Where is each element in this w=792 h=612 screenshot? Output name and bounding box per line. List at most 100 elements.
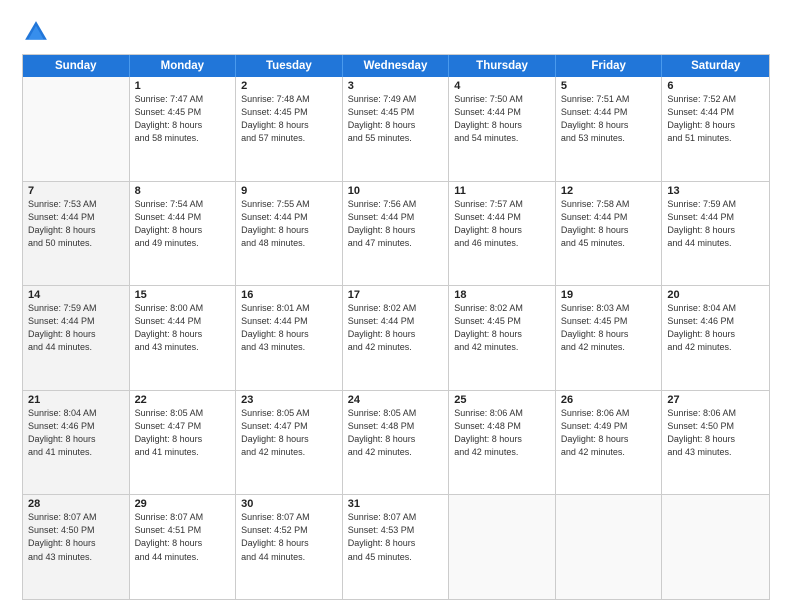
day-number: 18: [454, 289, 550, 301]
cell-info-line: and 41 minutes.: [28, 446, 124, 459]
cell-info-line: Sunrise: 7:52 AM: [667, 93, 764, 106]
cell-info-line: Sunset: 4:45 PM: [454, 315, 550, 328]
header-day-saturday: Saturday: [662, 55, 769, 77]
cell-info-line: Sunrise: 8:01 AM: [241, 302, 337, 315]
day-number: 12: [561, 185, 657, 197]
day-number: 4: [454, 80, 550, 92]
cell-info-line: and 51 minutes.: [667, 132, 764, 145]
cell-info-line: Daylight: 8 hours: [667, 224, 764, 237]
cell-info-line: Sunrise: 8:07 AM: [135, 511, 231, 524]
cell-info-line: and 47 minutes.: [348, 237, 444, 250]
day-number: 26: [561, 394, 657, 406]
day-number: 16: [241, 289, 337, 301]
cell-info-line: Sunset: 4:45 PM: [348, 106, 444, 119]
cell-info-line: Daylight: 8 hours: [28, 433, 124, 446]
cell-info-line: and 42 minutes.: [348, 446, 444, 459]
calendar-cell-1-0: 7Sunrise: 7:53 AMSunset: 4:44 PMDaylight…: [23, 182, 130, 286]
day-number: 23: [241, 394, 337, 406]
day-number: 3: [348, 80, 444, 92]
cell-info-line: Daylight: 8 hours: [348, 433, 444, 446]
cell-info-line: and 42 minutes.: [561, 446, 657, 459]
cell-info-line: and 45 minutes.: [348, 551, 444, 564]
calendar-cell-3-2: 23Sunrise: 8:05 AMSunset: 4:47 PMDayligh…: [236, 391, 343, 495]
calendar-cell-4-2: 30Sunrise: 8:07 AMSunset: 4:52 PMDayligh…: [236, 495, 343, 599]
day-number: 6: [667, 80, 764, 92]
cell-info-line: Daylight: 8 hours: [135, 224, 231, 237]
day-number: 24: [348, 394, 444, 406]
cell-info-line: and 42 minutes.: [241, 446, 337, 459]
cell-info-line: Daylight: 8 hours: [135, 433, 231, 446]
cell-info-line: Daylight: 8 hours: [348, 224, 444, 237]
calendar-cell-3-1: 22Sunrise: 8:05 AMSunset: 4:47 PMDayligh…: [130, 391, 237, 495]
cell-info-line: Sunset: 4:48 PM: [348, 420, 444, 433]
cell-info-line: Daylight: 8 hours: [454, 224, 550, 237]
cell-info-line: Daylight: 8 hours: [561, 224, 657, 237]
cell-info-line: and 42 minutes.: [667, 341, 764, 354]
cell-info-line: Daylight: 8 hours: [454, 119, 550, 132]
header-day-friday: Friday: [556, 55, 663, 77]
cell-info-line: Sunset: 4:44 PM: [667, 106, 764, 119]
calendar-cell-1-5: 12Sunrise: 7:58 AMSunset: 4:44 PMDayligh…: [556, 182, 663, 286]
cell-info-line: and 44 minutes.: [135, 551, 231, 564]
cell-info-line: and 53 minutes.: [561, 132, 657, 145]
cell-info-line: Daylight: 8 hours: [241, 537, 337, 550]
cell-info-line: and 42 minutes.: [561, 341, 657, 354]
cell-info-line: Sunrise: 7:55 AM: [241, 198, 337, 211]
cell-info-line: Sunset: 4:45 PM: [561, 315, 657, 328]
cell-info-line: Sunrise: 8:02 AM: [348, 302, 444, 315]
cell-info-line: Daylight: 8 hours: [241, 433, 337, 446]
cell-info-line: Daylight: 8 hours: [28, 537, 124, 550]
calendar-row-2: 14Sunrise: 7:59 AMSunset: 4:44 PMDayligh…: [23, 286, 769, 391]
calendar-row-0: 1Sunrise: 7:47 AMSunset: 4:45 PMDaylight…: [23, 77, 769, 182]
calendar-cell-2-3: 17Sunrise: 8:02 AMSunset: 4:44 PMDayligh…: [343, 286, 450, 390]
cell-info-line: Sunrise: 8:04 AM: [28, 407, 124, 420]
cell-info-line: Daylight: 8 hours: [348, 119, 444, 132]
cell-info-line: Sunset: 4:48 PM: [454, 420, 550, 433]
day-number: 7: [28, 185, 124, 197]
calendar-cell-1-2: 9Sunrise: 7:55 AMSunset: 4:44 PMDaylight…: [236, 182, 343, 286]
calendar: SundayMondayTuesdayWednesdayThursdayFrid…: [22, 54, 770, 600]
cell-info-line: Sunset: 4:44 PM: [241, 211, 337, 224]
cell-info-line: Daylight: 8 hours: [454, 328, 550, 341]
calendar-cell-0-0: [23, 77, 130, 181]
calendar-header: SundayMondayTuesdayWednesdayThursdayFrid…: [23, 55, 769, 77]
cell-info-line: Daylight: 8 hours: [561, 433, 657, 446]
cell-info-line: Sunset: 4:52 PM: [241, 524, 337, 537]
cell-info-line: and 49 minutes.: [135, 237, 231, 250]
cell-info-line: Sunset: 4:47 PM: [241, 420, 337, 433]
cell-info-line: Daylight: 8 hours: [561, 119, 657, 132]
calendar-cell-4-5: [556, 495, 663, 599]
cell-info-line: Daylight: 8 hours: [135, 537, 231, 550]
cell-info-line: Sunrise: 8:07 AM: [28, 511, 124, 524]
day-number: 29: [135, 498, 231, 510]
cell-info-line: Sunset: 4:44 PM: [135, 211, 231, 224]
cell-info-line: and 43 minutes.: [241, 341, 337, 354]
calendar-cell-0-3: 3Sunrise: 7:49 AMSunset: 4:45 PMDaylight…: [343, 77, 450, 181]
cell-info-line: Sunrise: 7:53 AM: [28, 198, 124, 211]
day-number: 25: [454, 394, 550, 406]
logo: [22, 18, 54, 46]
cell-info-line: Sunset: 4:49 PM: [561, 420, 657, 433]
calendar-cell-2-4: 18Sunrise: 8:02 AMSunset: 4:45 PMDayligh…: [449, 286, 556, 390]
cell-info-line: Sunrise: 7:57 AM: [454, 198, 550, 211]
cell-info-line: Sunset: 4:44 PM: [348, 211, 444, 224]
day-number: 27: [667, 394, 764, 406]
cell-info-line: and 58 minutes.: [135, 132, 231, 145]
cell-info-line: Daylight: 8 hours: [561, 328, 657, 341]
cell-info-line: Daylight: 8 hours: [28, 328, 124, 341]
cell-info-line: Daylight: 8 hours: [241, 119, 337, 132]
cell-info-line: Sunrise: 8:04 AM: [667, 302, 764, 315]
cell-info-line: Daylight: 8 hours: [454, 433, 550, 446]
cell-info-line: and 43 minutes.: [135, 341, 231, 354]
day-number: 19: [561, 289, 657, 301]
cell-info-line: and 44 minutes.: [28, 341, 124, 354]
calendar-body: 1Sunrise: 7:47 AMSunset: 4:45 PMDaylight…: [23, 77, 769, 599]
header-day-wednesday: Wednesday: [343, 55, 450, 77]
cell-info-line: and 41 minutes.: [135, 446, 231, 459]
page: SundayMondayTuesdayWednesdayThursdayFrid…: [0, 0, 792, 612]
calendar-cell-0-1: 1Sunrise: 7:47 AMSunset: 4:45 PMDaylight…: [130, 77, 237, 181]
calendar-cell-2-5: 19Sunrise: 8:03 AMSunset: 4:45 PMDayligh…: [556, 286, 663, 390]
cell-info-line: and 50 minutes.: [28, 237, 124, 250]
calendar-cell-0-5: 5Sunrise: 7:51 AMSunset: 4:44 PMDaylight…: [556, 77, 663, 181]
cell-info-line: Sunset: 4:44 PM: [241, 315, 337, 328]
